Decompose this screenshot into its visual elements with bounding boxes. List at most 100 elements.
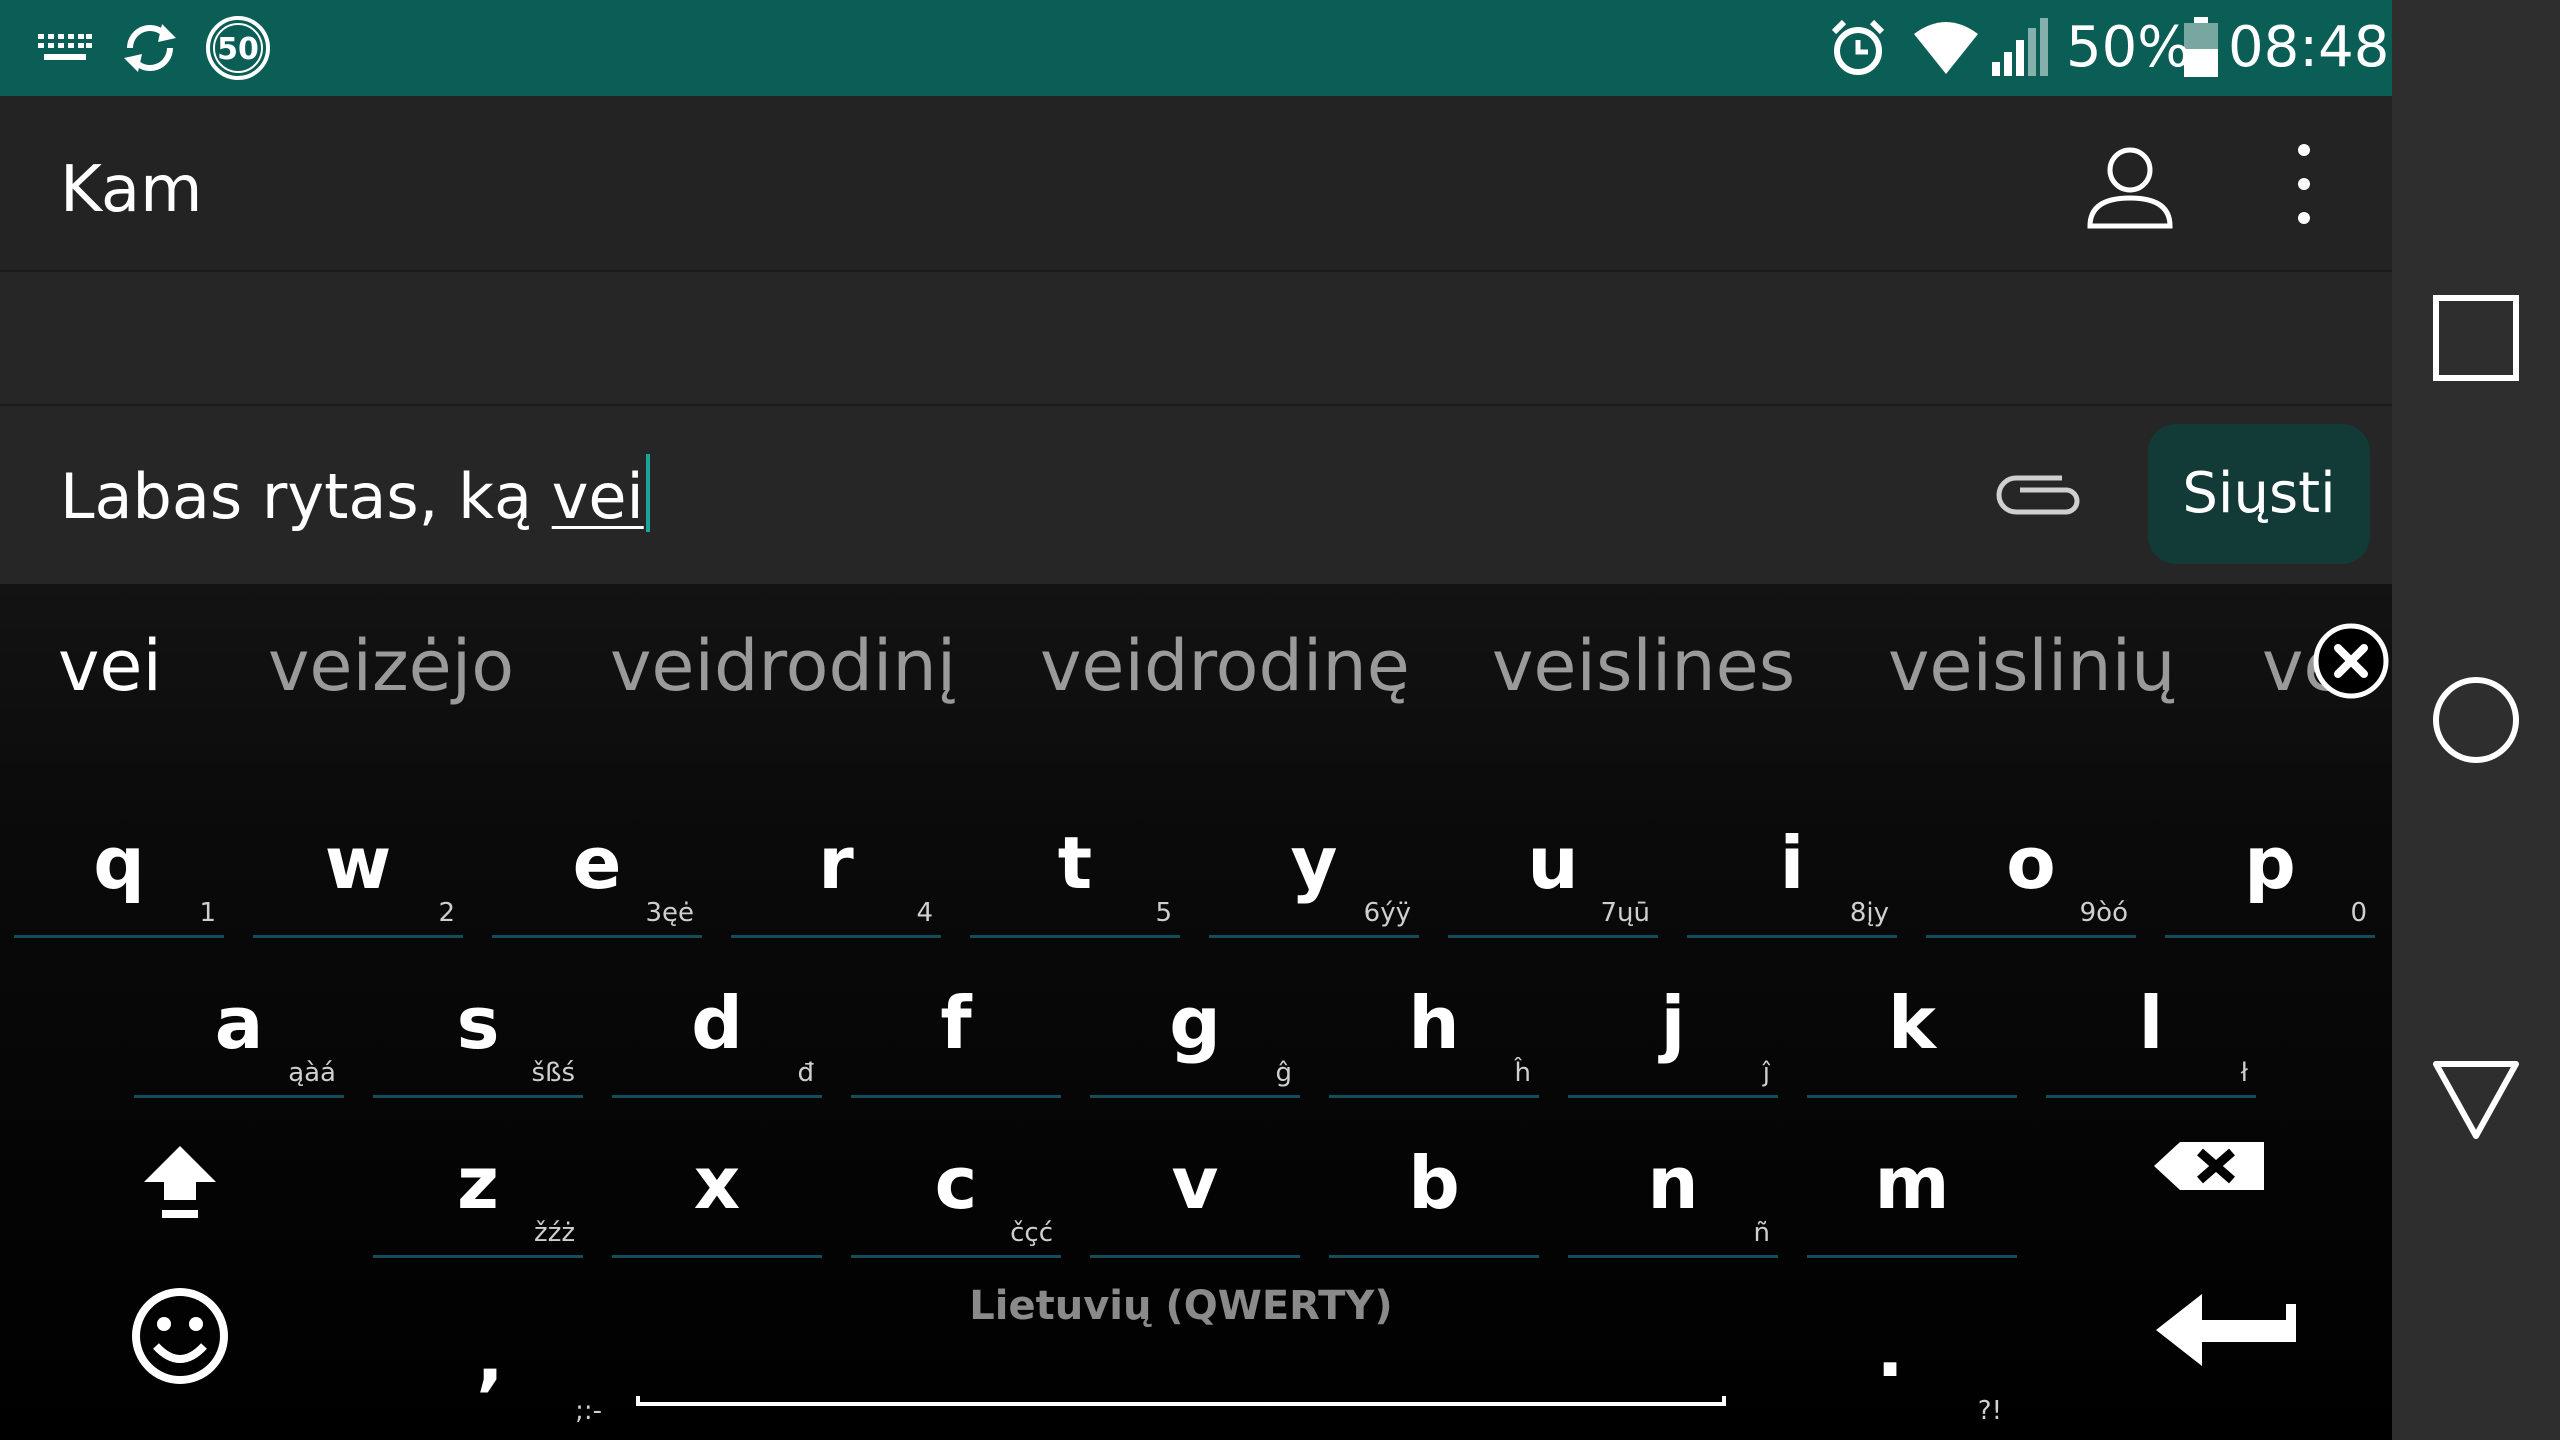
back-icon[interactable] [2426, 1050, 2526, 1150]
key-o[interactable]: o 9òó [1920, 796, 2142, 946]
key-alt: đ [797, 1058, 814, 1088]
key-label: r [818, 821, 854, 905]
key-label: b [1408, 1141, 1460, 1225]
key-f[interactable]: f [845, 956, 1067, 1106]
key-y[interactable]: y 6ýÿ [1203, 796, 1425, 946]
suggestion-item[interactable]: veislines [1492, 618, 1795, 714]
key-label: z [457, 1141, 499, 1225]
recipient-label: Kam [60, 153, 203, 227]
alarm-icon [1826, 16, 1890, 80]
key-alt: 0 [2350, 898, 2367, 928]
battery-icon [2182, 16, 2220, 80]
attach-icon[interactable] [1986, 462, 2092, 528]
key-g[interactable]: gĝ [1084, 956, 1306, 1106]
text-caret [645, 454, 650, 532]
message-input[interactable]: Labas rytas, ką vei [60, 454, 650, 539]
key-j[interactable]: jĵ [1562, 956, 1784, 1106]
key-alt: šßś [531, 1058, 575, 1088]
key-label: u [1527, 821, 1579, 905]
key-label: k [1888, 981, 1936, 1065]
key-alt: 1 [199, 898, 216, 928]
key-alt: 3ęė [645, 898, 694, 928]
spacebar-indicator [636, 1396, 1726, 1406]
more-vert-icon[interactable] [2280, 136, 2328, 232]
key-l[interactable]: lł [2040, 956, 2262, 1106]
send-button[interactable]: Siųsti [2148, 424, 2370, 564]
backspace-icon[interactable] [2150, 1126, 2270, 1226]
key-n[interactable]: nñ [1562, 1116, 1784, 1266]
key-label: a [214, 981, 264, 1065]
key-label: g [1169, 981, 1221, 1065]
suggestion-item[interactable]: veizėjo [268, 618, 514, 714]
svg-text:50: 50 [217, 32, 259, 67]
key-w[interactable]: w2 [247, 796, 469, 946]
navigation-bar [2392, 0, 2560, 1440]
close-suggestion-icon[interactable] [2310, 620, 2392, 702]
key-label: i [1779, 821, 1805, 905]
contact-icon[interactable] [2082, 136, 2178, 232]
keyboard-language: Lietuvių (QWERTY) [969, 1283, 1393, 1329]
key-alt: 7ųū [1600, 898, 1651, 928]
key-label: f [940, 981, 972, 1065]
key-label: e [572, 821, 622, 905]
key-h[interactable]: hĥ [1323, 956, 1545, 1106]
key-period[interactable]: .?! [1760, 1276, 2020, 1426]
key-comma[interactable]: , ;:- [360, 1276, 620, 1426]
key-q[interactable]: q1 [8, 796, 230, 946]
battery-percent: 50% [2066, 15, 2191, 80]
suggestion-item[interactable]: veidrodinį [610, 618, 956, 714]
key-alt: ;:- [575, 1396, 602, 1426]
key-i[interactable]: i 8įy [1681, 796, 1903, 946]
key-a[interactable]: a ąàá [128, 956, 350, 1106]
key-label: x [693, 1141, 741, 1225]
message-text-prefix: Labas rytas, ką [60, 460, 552, 533]
key-s[interactable]: s šßś [367, 956, 589, 1106]
spacebar[interactable]: Lietuvių (QWERTY) [636, 1276, 1726, 1426]
suggestion-item[interactable]: vei [58, 618, 162, 714]
key-d[interactable]: dđ [606, 956, 828, 1106]
status-bar: 50 50% 08:48 [0, 0, 2392, 96]
key-label: . [1876, 1309, 1904, 1393]
key-label: q [93, 821, 145, 905]
recipient-field[interactable] [0, 272, 2392, 406]
key-v[interactable]: v [1084, 1116, 1306, 1266]
key-u[interactable]: u 7ųū [1442, 796, 1664, 946]
key-k[interactable]: k [1801, 956, 2023, 1106]
key-c[interactable]: c čçć [845, 1116, 1067, 1266]
key-alt: 4 [916, 898, 933, 928]
key-e[interactable]: e 3ęė [486, 796, 708, 946]
key-z[interactable]: z žźż [367, 1116, 589, 1266]
key-label: h [1408, 981, 1460, 1065]
key-b[interactable]: b [1323, 1116, 1545, 1266]
key-alt: ąàá [288, 1058, 336, 1088]
emoji-icon[interactable] [120, 1276, 240, 1396]
key-label: s [456, 981, 500, 1065]
key-label: m [1874, 1141, 1950, 1225]
shift-icon[interactable] [100, 1116, 260, 1266]
key-p[interactable]: p0 [2159, 796, 2381, 946]
sync-icon [118, 16, 182, 80]
wifi-icon [1912, 16, 1980, 80]
key-alt: ĥ [1514, 1058, 1531, 1088]
key-alt: ĝ [1275, 1058, 1292, 1088]
clock: 08:48 [2228, 15, 2390, 80]
message-text-composing: vei [551, 460, 644, 533]
recents-icon[interactable] [2426, 288, 2526, 388]
key-m[interactable]: m [1801, 1116, 2023, 1266]
keyboard: vei veizėjo veidrodinį veidrodinę veisli… [0, 584, 2392, 1440]
key-label: o [2006, 821, 2056, 905]
suggestion-item[interactable]: veidrodinę [1040, 618, 1410, 714]
home-icon[interactable] [2426, 670, 2526, 770]
suggestion-item[interactable]: veislinių [1888, 618, 2176, 714]
enter-icon[interactable] [2150, 1284, 2300, 1384]
key-x[interactable]: x [606, 1116, 828, 1266]
key-label: l [2138, 981, 2164, 1065]
key-label: , [476, 1315, 504, 1399]
key-alt: žźż [534, 1218, 575, 1248]
key-t[interactable]: t5 [964, 796, 1186, 946]
key-label: n [1647, 1141, 1699, 1225]
key-label: t [1057, 821, 1093, 905]
key-r[interactable]: r4 [725, 796, 947, 946]
key-alt: 8įy [1849, 898, 1889, 928]
key-label: w [324, 821, 392, 905]
